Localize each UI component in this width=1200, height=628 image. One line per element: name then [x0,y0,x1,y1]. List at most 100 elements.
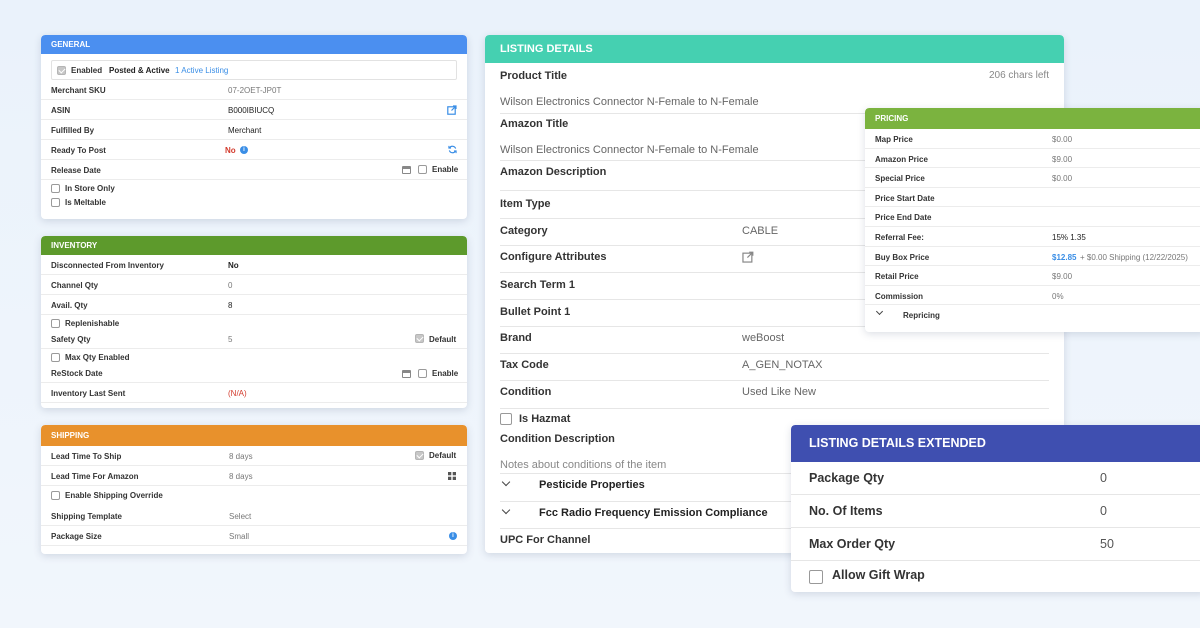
lead-time-amazon-label: Lead Time For Amazon [51,472,139,481]
max-qty-row: Max Qty Enabled [41,349,467,364]
configure-attributes-label: Configure Attributes [500,251,607,263]
item-type-label: Item Type [500,198,551,210]
ready-to-post-row: Ready To Post No i [41,140,467,160]
package-qty-value[interactable]: 0 [1100,471,1107,485]
enabled-checkbox[interactable] [57,66,66,75]
asin-row: ASIN B000IBIUCQ [41,100,467,120]
package-qty-row: Package Qty 0 [791,462,1200,495]
condition-description-placeholder: Notes about conditions of the item [500,459,667,471]
referral-fee-row: Referral Fee: 15% 1.35 [865,227,1200,247]
calendar-icon[interactable] [402,370,411,378]
listing-details-extended-card: LISTING DETAILS EXTENDED Package Qty 0 N… [791,425,1200,592]
items-label: No. Of Items [809,504,883,518]
condition-row: Condition Used Like New [500,386,1049,409]
shipping-override-checkbox[interactable] [51,491,60,501]
amazon-price-value[interactable]: $9.00 [1052,155,1072,164]
shipping-override-label: Enable Shipping Override [65,491,163,500]
info-icon[interactable]: i [240,146,248,154]
retail-price-row: Retail Price $9.00 [865,266,1200,286]
price-end-row[interactable]: Price End Date [865,207,1200,227]
lead-time-value: 8 days [229,452,253,461]
shipping-override-row: Enable Shipping Override [41,486,467,506]
pricing-card: PRICING Map Price $0.00 Amazon Price $9.… [865,108,1200,332]
in-store-only-option[interactable]: In Store Only [51,184,115,194]
calendar-icon[interactable] [402,166,411,174]
active-listing-link[interactable]: 1 Active Listing [175,66,228,75]
replenishable-row: Replenishable [41,315,467,330]
amazon-title-label: Amazon Title [500,118,569,130]
gift-wrap-checkbox[interactable] [809,570,823,584]
shipping-override-option[interactable]: Enable Shipping Override [51,491,163,501]
brand-row: Brand weBoost [500,332,1049,354]
merchant-sku-value: 07-2OET-JP0T [228,86,282,95]
map-price-value[interactable]: $0.00 [1052,135,1072,144]
price-end-label: Price End Date [875,213,932,223]
chevron-down-icon [875,308,884,316]
refresh-icon[interactable] [448,145,457,154]
release-date-row: Release Date Enable [41,160,467,180]
gift-wrap-row[interactable]: Allow Gift Wrap [791,561,1200,592]
info-icon[interactable]: i [449,532,457,540]
listing-details-header: LISTING DETAILS [485,35,1064,63]
grid-icon[interactable] [448,472,456,480]
retail-price-label: Retail Price [875,272,919,282]
safety-qty-value: 5 [228,335,233,344]
channel-qty-value: 0 [228,281,233,290]
merchant-sku-label: Merchant SKU [51,86,106,95]
disconnected-value: No [228,261,239,270]
condition-value[interactable]: Used Like New [742,386,816,398]
safety-default-checkbox[interactable] [415,334,424,343]
retail-price-value[interactable]: $9.00 [1052,272,1072,281]
amazon-price-row: Amazon Price $9.00 [865,149,1200,169]
max-qty-option[interactable]: Max Qty Enabled [51,353,129,363]
shipping-template-select[interactable]: Select [229,512,251,521]
release-date-enable-checkbox[interactable] [418,165,427,174]
search-term-label: Search Term 1 [500,279,576,291]
lead-time-default-label: Default [429,451,457,460]
is-meltable-label: Is Meltable [65,198,106,207]
brand-label: Brand [500,332,532,344]
external-link-icon[interactable] [447,105,457,115]
tax-code-label: Tax Code [500,359,549,371]
tax-code-value: A_GEN_NOTAX [742,359,823,371]
lead-time-default-checkbox[interactable] [415,451,424,460]
listing-details-extended-header: LISTING DETAILS EXTENDED [791,425,1200,462]
is-meltable-option[interactable]: Is Meltable [51,198,106,208]
repricing-row[interactable]: Repricing [865,305,1200,325]
package-size-value: Small [229,532,250,541]
max-qty-checkbox[interactable] [51,353,60,363]
safety-qty-label: Safety Qty [51,335,91,344]
disconnected-label: Disconnected From Inventory [51,261,164,270]
in-store-only-checkbox[interactable] [51,184,60,194]
replenishable-option[interactable]: Replenishable [51,319,119,329]
price-start-label: Price Start Date [875,193,935,203]
buy-box-row: Buy Box Price $12.85 + $0.00 Shipping (1… [865,247,1200,267]
package-size-row: Package Size Small i [41,526,467,546]
release-date-enable-label: Enable [432,165,459,174]
pricing-header: PRICING [865,108,1200,129]
ready-to-post-label: Ready To Post [51,146,106,155]
special-price-value[interactable]: $0.00 [1052,174,1072,183]
replenishable-checkbox[interactable] [51,319,60,329]
price-start-row[interactable]: Price Start Date [865,188,1200,208]
buy-box-price[interactable]: $12.85 [1052,253,1076,262]
lead-time-amazon-row: Lead Time For Amazon 8 days [41,466,467,486]
hazmat-checkbox[interactable] [500,413,512,425]
restock-label: ReStock Date [51,369,103,378]
avail-qty-label: Avail. Qty [51,301,88,310]
items-row: No. Of Items 0 [791,495,1200,528]
in-store-only-label: In Store Only [65,184,115,193]
lead-time-amazon-value: 8 days [229,472,253,481]
items-value[interactable]: 0 [1100,504,1107,518]
map-price-row: Map Price $0.00 [865,129,1200,149]
is-meltable-checkbox[interactable] [51,198,60,208]
chevron-down-icon [501,505,511,515]
max-order-value[interactable]: 50 [1100,537,1114,551]
general-header: GENERAL [41,35,467,54]
condition-label: Condition [500,386,552,398]
restock-enable-checkbox[interactable] [418,369,427,378]
external-link-icon[interactable] [742,251,754,263]
avail-qty-row: Avail. Qty 8 [41,295,467,315]
commission-value: 0% [1052,291,1064,301]
hazmat-label: Is Hazmat [519,413,571,425]
